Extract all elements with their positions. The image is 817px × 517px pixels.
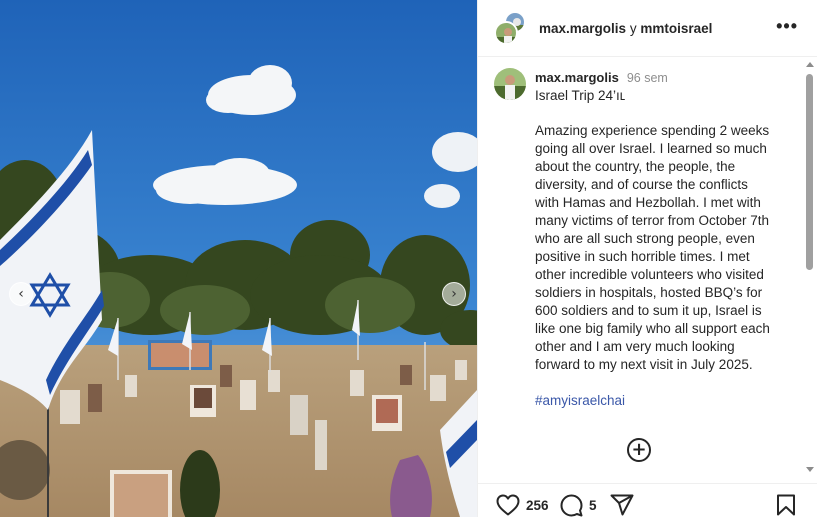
plus-circle-icon: + [631, 439, 647, 460]
collab-avatars[interactable] [494, 11, 528, 45]
author-conjunction: y [629, 20, 637, 36]
caption-line: 600 soldiers and to sum it up, Israel is [535, 303, 762, 318]
caption-line: soldiers in hospitals, hosted BBQ’s for [535, 285, 763, 300]
carousel-prev-button[interactable]: ‹ [9, 282, 33, 306]
heart-icon [496, 494, 520, 516]
post-side-panel: max.margolis y mmtoisrael ••• max.margol… [477, 0, 817, 517]
load-more-comments-button[interactable]: + [627, 438, 651, 462]
caption-avatar[interactable] [494, 68, 526, 100]
caption-line: who are all such strong people, even [535, 231, 755, 246]
caption-line: positive in such horrible times. I met [535, 249, 750, 264]
caption-line: forward to my next visit in July 2025. [535, 357, 753, 372]
caption-title: Israel Trip 24’ıʟ [535, 88, 626, 103]
caption-username[interactable]: max.margolis [535, 70, 619, 85]
caption-head: max.margolis 96 sem [535, 70, 668, 85]
caption-scroll[interactable]: max.margolis 96 sem Israel Trip 24’ıʟ Ama… [478, 58, 803, 478]
scroll-down-arrow-icon[interactable] [806, 467, 814, 472]
like-button[interactable]: 256 [496, 494, 549, 516]
caption-scrollbar[interactable] [804, 58, 815, 478]
share-button[interactable] [610, 494, 634, 516]
caption-line: Amazing experience spending 2 weeks [535, 123, 770, 138]
post-photo[interactable]: ‹ › [0, 0, 477, 517]
post-author-line: max.margolis y mmtoisrael [539, 21, 712, 36]
like-count[interactable]: 256 [526, 498, 549, 513]
scrollbar-thumb[interactable] [806, 74, 813, 270]
more-options-button[interactable]: ••• [776, 16, 798, 37]
scroll-up-arrow-icon[interactable] [806, 62, 814, 67]
caption-line: with Hamas and Hezbollah. I met with [535, 195, 761, 210]
caption-line: about the country, the people, the [535, 159, 736, 174]
user-avatar[interactable] [494, 21, 518, 45]
chevron-left-icon: ‹ [18, 286, 24, 302]
bookmark-icon [777, 494, 795, 516]
comment-button[interactable]: 5 [560, 494, 597, 517]
paper-plane-icon [610, 494, 634, 516]
collaborator-username[interactable]: mmtoisrael [640, 21, 712, 36]
caption-timestamp[interactable]: 96 sem [627, 71, 668, 85]
comment-count[interactable]: 5 [589, 498, 597, 513]
caption-line: other and I am very much looking [535, 339, 735, 354]
author-username[interactable]: max.margolis [539, 21, 626, 36]
chevron-right-icon: › [451, 286, 457, 302]
memorial-field-photo [0, 0, 477, 517]
caption-line: many victims of terror from October 7th [535, 213, 770, 228]
caption-line: diversity, and of course the conflicts [535, 177, 748, 192]
caption-line: other incredible volunteers who visited [535, 267, 764, 282]
carousel-next-button[interactable]: › [442, 282, 466, 306]
caption-line: going all over Israel. I learned so much [535, 141, 767, 156]
save-button[interactable] [776, 494, 796, 516]
caption-hashtag[interactable]: #amyisraelchai [535, 393, 625, 408]
caption-line: like one big family who all support each [535, 321, 770, 336]
caption-area: max.margolis 96 sem Israel Trip 24’ıʟ Ama… [478, 58, 817, 478]
comment-bubble-icon [560, 494, 583, 517]
post-action-bar: 256 5 [478, 483, 817, 517]
more-options-icon: ••• [776, 16, 798, 36]
post-header: max.margolis y mmtoisrael ••• [478, 0, 817, 57]
caption-body: Amazing experience spending 2 weeks goin… [535, 122, 789, 374]
